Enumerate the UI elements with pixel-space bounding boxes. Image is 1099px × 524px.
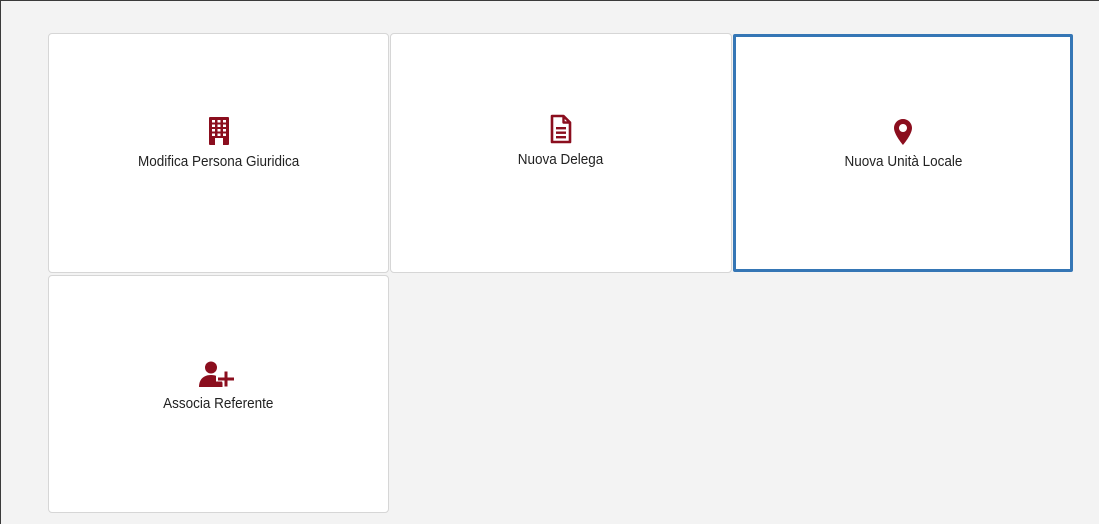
user-plus-icon xyxy=(197,361,241,388)
map-marker-icon xyxy=(894,119,912,145)
tile-modifica-persona-giuridica[interactable]: Modifica Persona Giuridica xyxy=(48,33,389,273)
tile-associa-referente[interactable]: Associa Referente xyxy=(48,275,389,513)
document-icon xyxy=(550,114,572,144)
tile-nuova-delega[interactable]: Nuova Delega xyxy=(390,33,732,273)
building-icon xyxy=(208,117,229,145)
tile-label: Associa Referente xyxy=(163,395,274,412)
tile-label: Nuova Unità Locale xyxy=(844,153,962,170)
tile-label: Modifica Persona Giuridica xyxy=(137,153,300,170)
tile-grid: Modifica Persona Giuridica Nuova Delega … xyxy=(0,0,1099,524)
tile-nuova-unita-locale[interactable]: Nuova Unità Locale xyxy=(733,34,1073,272)
tile-label: Nuova Delega xyxy=(518,151,604,168)
